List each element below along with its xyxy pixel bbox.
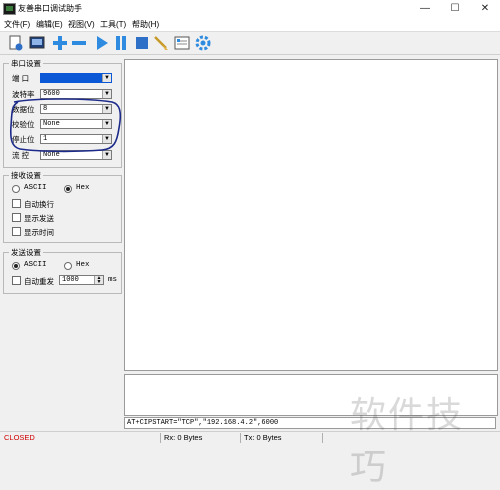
send-hex-radio[interactable]	[64, 262, 72, 270]
minimize-button[interactable]: —	[410, 0, 440, 17]
show-send-label: 显示发送	[24, 214, 54, 223]
recv-settings-title: 接收设置	[9, 170, 43, 181]
chevron-down-icon[interactable]: ▼	[102, 74, 111, 82]
add-icon[interactable]	[52, 35, 68, 51]
send-ascii-radio[interactable]	[12, 262, 20, 270]
auto-newline-label: 自动换行	[24, 200, 54, 209]
menu-tools[interactable]: 工具(T)	[100, 19, 126, 30]
status-divider	[160, 433, 161, 443]
recv-ascii-label: ASCII	[24, 184, 47, 192]
recv-hex-radio[interactable]	[64, 185, 72, 193]
clear-icon[interactable]	[153, 35, 169, 51]
stop-icon[interactable]	[134, 35, 150, 51]
toolbar	[0, 32, 500, 55]
interval-unit: ms	[108, 276, 118, 284]
connection-status: CLOSED	[4, 433, 35, 442]
resend-interval-value: 1000	[62, 276, 79, 284]
close-button[interactable]: ✕	[470, 0, 500, 17]
port-label: 端 口	[12, 74, 30, 83]
recv-hex-label: Hex	[76, 184, 90, 192]
settings-gear-icon[interactable]	[195, 35, 211, 51]
tx-counter: Tx: 0 Bytes	[244, 433, 282, 442]
status-divider	[240, 433, 241, 443]
port-select[interactable]: ▼	[40, 73, 112, 83]
annotation-circle	[9, 98, 122, 153]
menu-bar: 文件(F) 编辑(E) 视图(V) 工具(T) 帮助(H)	[0, 17, 500, 32]
receive-text-area[interactable]	[124, 59, 498, 371]
show-time-checkbox[interactable]	[12, 227, 21, 236]
terminal-icon[interactable]	[29, 35, 45, 51]
options-icon[interactable]	[174, 35, 190, 51]
show-send-checkbox[interactable]	[12, 213, 21, 222]
status-divider	[322, 433, 323, 443]
remove-icon[interactable]	[71, 35, 87, 51]
play-icon[interactable]	[94, 35, 110, 51]
send-settings-title: 发送设置	[9, 247, 43, 258]
menu-file[interactable]: 文件(F)	[4, 19, 30, 30]
app-icon	[3, 3, 16, 15]
resend-interval-input[interactable]: 1000 ▲ ▼	[59, 275, 104, 285]
auto-newline-checkbox[interactable]	[12, 199, 21, 208]
window-title: 友善串口调试助手	[18, 4, 82, 13]
menu-view[interactable]: 视图(V)	[68, 19, 95, 30]
send-ascii-label: ASCII	[24, 261, 47, 269]
spin-arrows-icon[interactable]: ▲ ▼	[94, 276, 103, 285]
menu-edit[interactable]: 编辑(E)	[36, 19, 63, 30]
auto-resend-label: 自动重发	[24, 277, 54, 286]
pause-icon[interactable]	[113, 35, 129, 51]
command-text: AT+CIPSTART="TCP","192.168.4.2",6000	[127, 419, 279, 427]
menu-help[interactable]: 帮助(H)	[132, 19, 159, 30]
send-settings-group	[3, 252, 122, 294]
status-bar: CLOSED Rx: 0 Bytes Tx: 0 Bytes	[0, 431, 500, 444]
maximize-button[interactable]: ☐	[440, 0, 470, 17]
rx-counter: Rx: 0 Bytes	[164, 433, 203, 442]
title-bar: 友善串口调试助手 — ☐ ✕	[0, 0, 500, 18]
recv-ascii-radio[interactable]	[12, 185, 20, 193]
show-time-label: 显示时间	[24, 228, 54, 237]
new-session-icon[interactable]	[8, 35, 24, 51]
send-hex-label: Hex	[76, 261, 90, 269]
serial-settings-title: 串口设置	[9, 58, 43, 69]
auto-resend-checkbox[interactable]	[12, 276, 21, 285]
